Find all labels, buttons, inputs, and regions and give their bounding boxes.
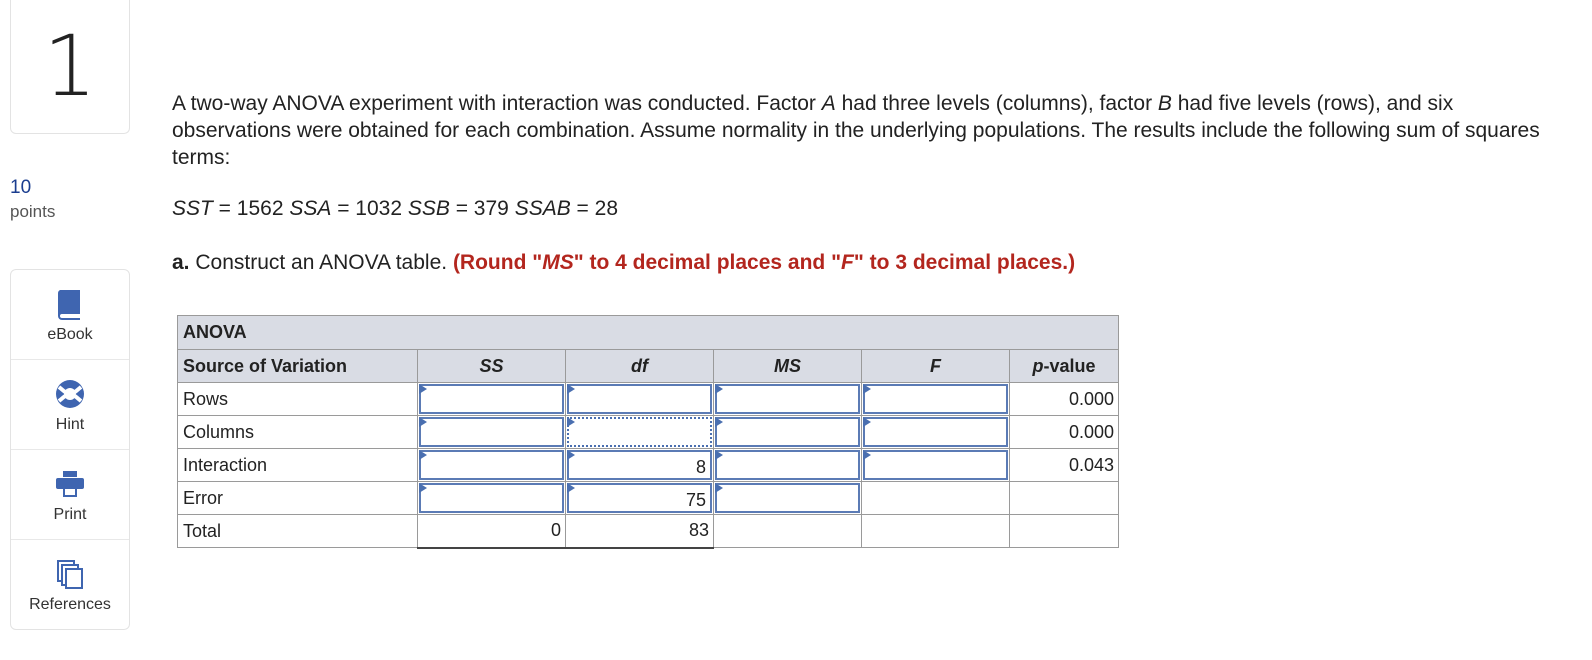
row-source: Error [177, 481, 418, 515]
df-cell [565, 415, 714, 449]
ss-input-interaction[interactable] [419, 450, 564, 480]
df-cell: 75 [565, 481, 714, 515]
points-indicator: 10 points [10, 176, 55, 224]
anova-header-row: Source of Variation SS df MS F p-value [177, 349, 1119, 383]
f-cell [861, 415, 1010, 449]
df-cell: 8 [565, 448, 714, 482]
hint-label: Hint [55, 415, 85, 433]
f-cell-empty [861, 481, 1010, 515]
ss-cell [417, 382, 566, 416]
row-source: Columns [177, 415, 418, 449]
header-p-value: p-value [1009, 349, 1119, 383]
df-input-interaction[interactable]: 8 [567, 450, 712, 480]
sum-of-squares-values: SST = 1562 SSA = 1032 SSB = 379 SSAB = 2… [172, 197, 619, 220]
total-ss-value: 0 [417, 514, 566, 549]
p-value: 0.043 [1009, 448, 1119, 482]
ss-cell [417, 448, 566, 482]
ss-input-columns[interactable] [419, 417, 564, 447]
header-source: Source of Variation [177, 349, 418, 383]
ms-input-rows[interactable] [715, 384, 860, 414]
p-value-empty [1009, 481, 1119, 515]
row-source: Rows [177, 382, 418, 416]
documents-icon [55, 556, 85, 592]
rounding-note: (Round "MS" to 4 decimal places and "F" … [452, 251, 1076, 274]
ms-cell-empty [713, 514, 862, 548]
ss-cell [417, 481, 566, 515]
header-f: F [861, 349, 1010, 383]
book-icon [56, 286, 84, 322]
hint-button[interactable]: Hint [11, 360, 129, 450]
p-value-empty [1009, 514, 1119, 548]
ss-input-error[interactable] [419, 483, 564, 513]
p-value: 0.000 [1009, 415, 1119, 449]
anova-title: ANOVA [177, 315, 1119, 350]
f-cell-empty [861, 514, 1010, 548]
header-df: df [565, 349, 714, 383]
ss-cell [417, 415, 566, 449]
table-row: Total 0 83 [177, 514, 1119, 549]
df-cell [565, 382, 714, 416]
f-input-rows[interactable] [863, 384, 1008, 414]
question-number: 1 [43, 16, 97, 115]
df-input-columns[interactable] [567, 417, 712, 447]
p-value: 0.000 [1009, 382, 1119, 416]
row-source: Interaction [177, 448, 418, 482]
tools-panel: eBook Hint Print References [10, 269, 130, 630]
ss-input-rows[interactable] [419, 384, 564, 414]
df-input-rows[interactable] [567, 384, 712, 414]
row-source: Total [177, 514, 418, 548]
points-label: points [10, 202, 56, 221]
table-row: Columns 0.000 [177, 415, 1119, 449]
ms-input-columns[interactable] [715, 417, 860, 447]
references-label: References [29, 596, 111, 613]
table-row: Rows 0.000 [177, 382, 1119, 416]
ms-cell [713, 415, 862, 449]
header-ms: MS [713, 349, 862, 383]
header-ss: SS [417, 349, 566, 383]
ms-cell [713, 382, 862, 416]
df-input-error[interactable]: 75 [567, 483, 712, 513]
anova-table: ANOVA Source of Variation SS df MS F p-v… [177, 315, 1119, 549]
total-df-value: 83 [565, 514, 714, 549]
f-cell [861, 448, 1010, 482]
question-number-box: 1 [10, 0, 130, 134]
references-button[interactable]: References [11, 540, 129, 630]
question-content: A two-way ANOVA experiment with interact… [172, 90, 1572, 274]
ebook-button[interactable]: eBook [11, 270, 129, 360]
question-prompt: A two-way ANOVA experiment with interact… [172, 92, 1540, 169]
f-input-columns[interactable] [863, 417, 1008, 447]
ms-cell [713, 481, 862, 515]
f-input-interaction[interactable] [863, 450, 1008, 480]
ms-input-interaction[interactable] [715, 450, 860, 480]
part-a-instruction: a. Construct an ANOVA table. (Round "MS"… [172, 251, 1076, 274]
points-value: 10 [10, 177, 32, 198]
ms-cell [713, 448, 862, 482]
print-label: Print [53, 505, 87, 523]
table-row: Error 75 [177, 481, 1119, 515]
f-cell [861, 382, 1010, 416]
table-row: Interaction 8 0.043 [177, 448, 1119, 482]
ebook-label: eBook [47, 325, 93, 343]
lifebuoy-icon [54, 376, 86, 412]
anova-title-row: ANOVA [177, 315, 1119, 350]
print-button[interactable]: Print [11, 450, 129, 540]
ms-input-error[interactable] [715, 483, 860, 513]
printer-icon [54, 466, 86, 502]
